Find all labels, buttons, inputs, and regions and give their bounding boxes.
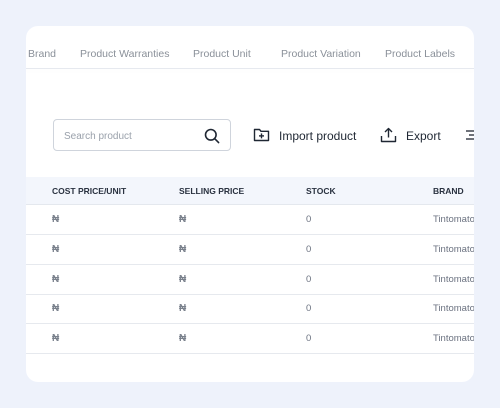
table-row[interactable]: ₦ ₦ 0 Tintomato xyxy=(26,265,474,295)
column-selling-price: SELLING PRICE xyxy=(179,186,245,196)
column-brand: BRAND xyxy=(433,186,464,196)
brand-cell: Tintomato xyxy=(433,244,474,255)
stock-cell: 0 xyxy=(306,274,312,285)
brand-cell: Tintomato xyxy=(433,274,474,285)
table-row[interactable]: ₦ ₦ 0 Tintomato xyxy=(26,324,474,354)
tab-product-unit[interactable]: Product Unit xyxy=(193,48,251,60)
table-header: COST PRICE/UNIT SELLING PRICE STOCK BRAN… xyxy=(26,177,474,205)
tab-brand[interactable]: Brand xyxy=(28,48,56,60)
import-product-button[interactable]: Import product xyxy=(253,126,356,146)
table-row[interactable]: ₦ ₦ 0 Tintomato xyxy=(26,205,474,235)
selling-price-cell: ₦ xyxy=(179,333,187,344)
tab-product-warranties[interactable]: Product Warranties xyxy=(80,48,169,60)
stock-cell: 0 xyxy=(306,214,312,225)
cost-price-cell: ₦ xyxy=(52,244,60,255)
tabs-divider xyxy=(26,68,474,69)
stock-cell: 0 xyxy=(306,333,312,344)
stock-cell: 0 xyxy=(306,244,312,255)
import-product-label: Import product xyxy=(279,129,357,143)
filter-button[interactable] xyxy=(466,126,474,146)
tab-product-labels[interactable]: Product Labels xyxy=(385,48,455,60)
stock-cell: 0 xyxy=(306,303,312,314)
selling-price-cell: ₦ xyxy=(179,214,187,225)
cost-price-cell: ₦ xyxy=(52,303,60,314)
brand-cell: Tintomato xyxy=(433,214,474,225)
upload-icon xyxy=(380,127,406,146)
brand-cell: Tintomato xyxy=(433,303,474,314)
folder-plus-icon xyxy=(253,127,279,145)
products-panel: Brand Product Warranties Product Unit Pr… xyxy=(26,26,474,382)
filter-icon xyxy=(466,129,474,144)
cost-price-cell: ₦ xyxy=(52,333,60,344)
cost-price-cell: ₦ xyxy=(52,274,60,285)
column-cost-price: COST PRICE/UNIT xyxy=(52,186,127,196)
table-row[interactable]: ₦ ₦ 0 Tintomato xyxy=(26,235,474,265)
selling-price-cell: ₦ xyxy=(179,303,187,314)
product-tabs: Brand Product Warranties Product Unit Pr… xyxy=(26,44,474,66)
export-button[interactable]: Export xyxy=(380,126,441,146)
search-box[interactable] xyxy=(53,119,231,152)
cost-price-cell: ₦ xyxy=(52,214,60,225)
tab-product-variation[interactable]: Product Variation xyxy=(281,48,361,60)
selling-price-cell: ₦ xyxy=(179,274,187,285)
export-label: Export xyxy=(406,129,441,143)
column-stock: STOCK xyxy=(306,186,336,196)
brand-cell: Tintomato xyxy=(433,333,474,344)
selling-price-cell: ₦ xyxy=(179,244,187,255)
search-icon[interactable] xyxy=(204,128,220,149)
table-row[interactable]: ₦ ₦ 0 Tintomato xyxy=(26,294,474,324)
search-input[interactable] xyxy=(62,120,206,152)
